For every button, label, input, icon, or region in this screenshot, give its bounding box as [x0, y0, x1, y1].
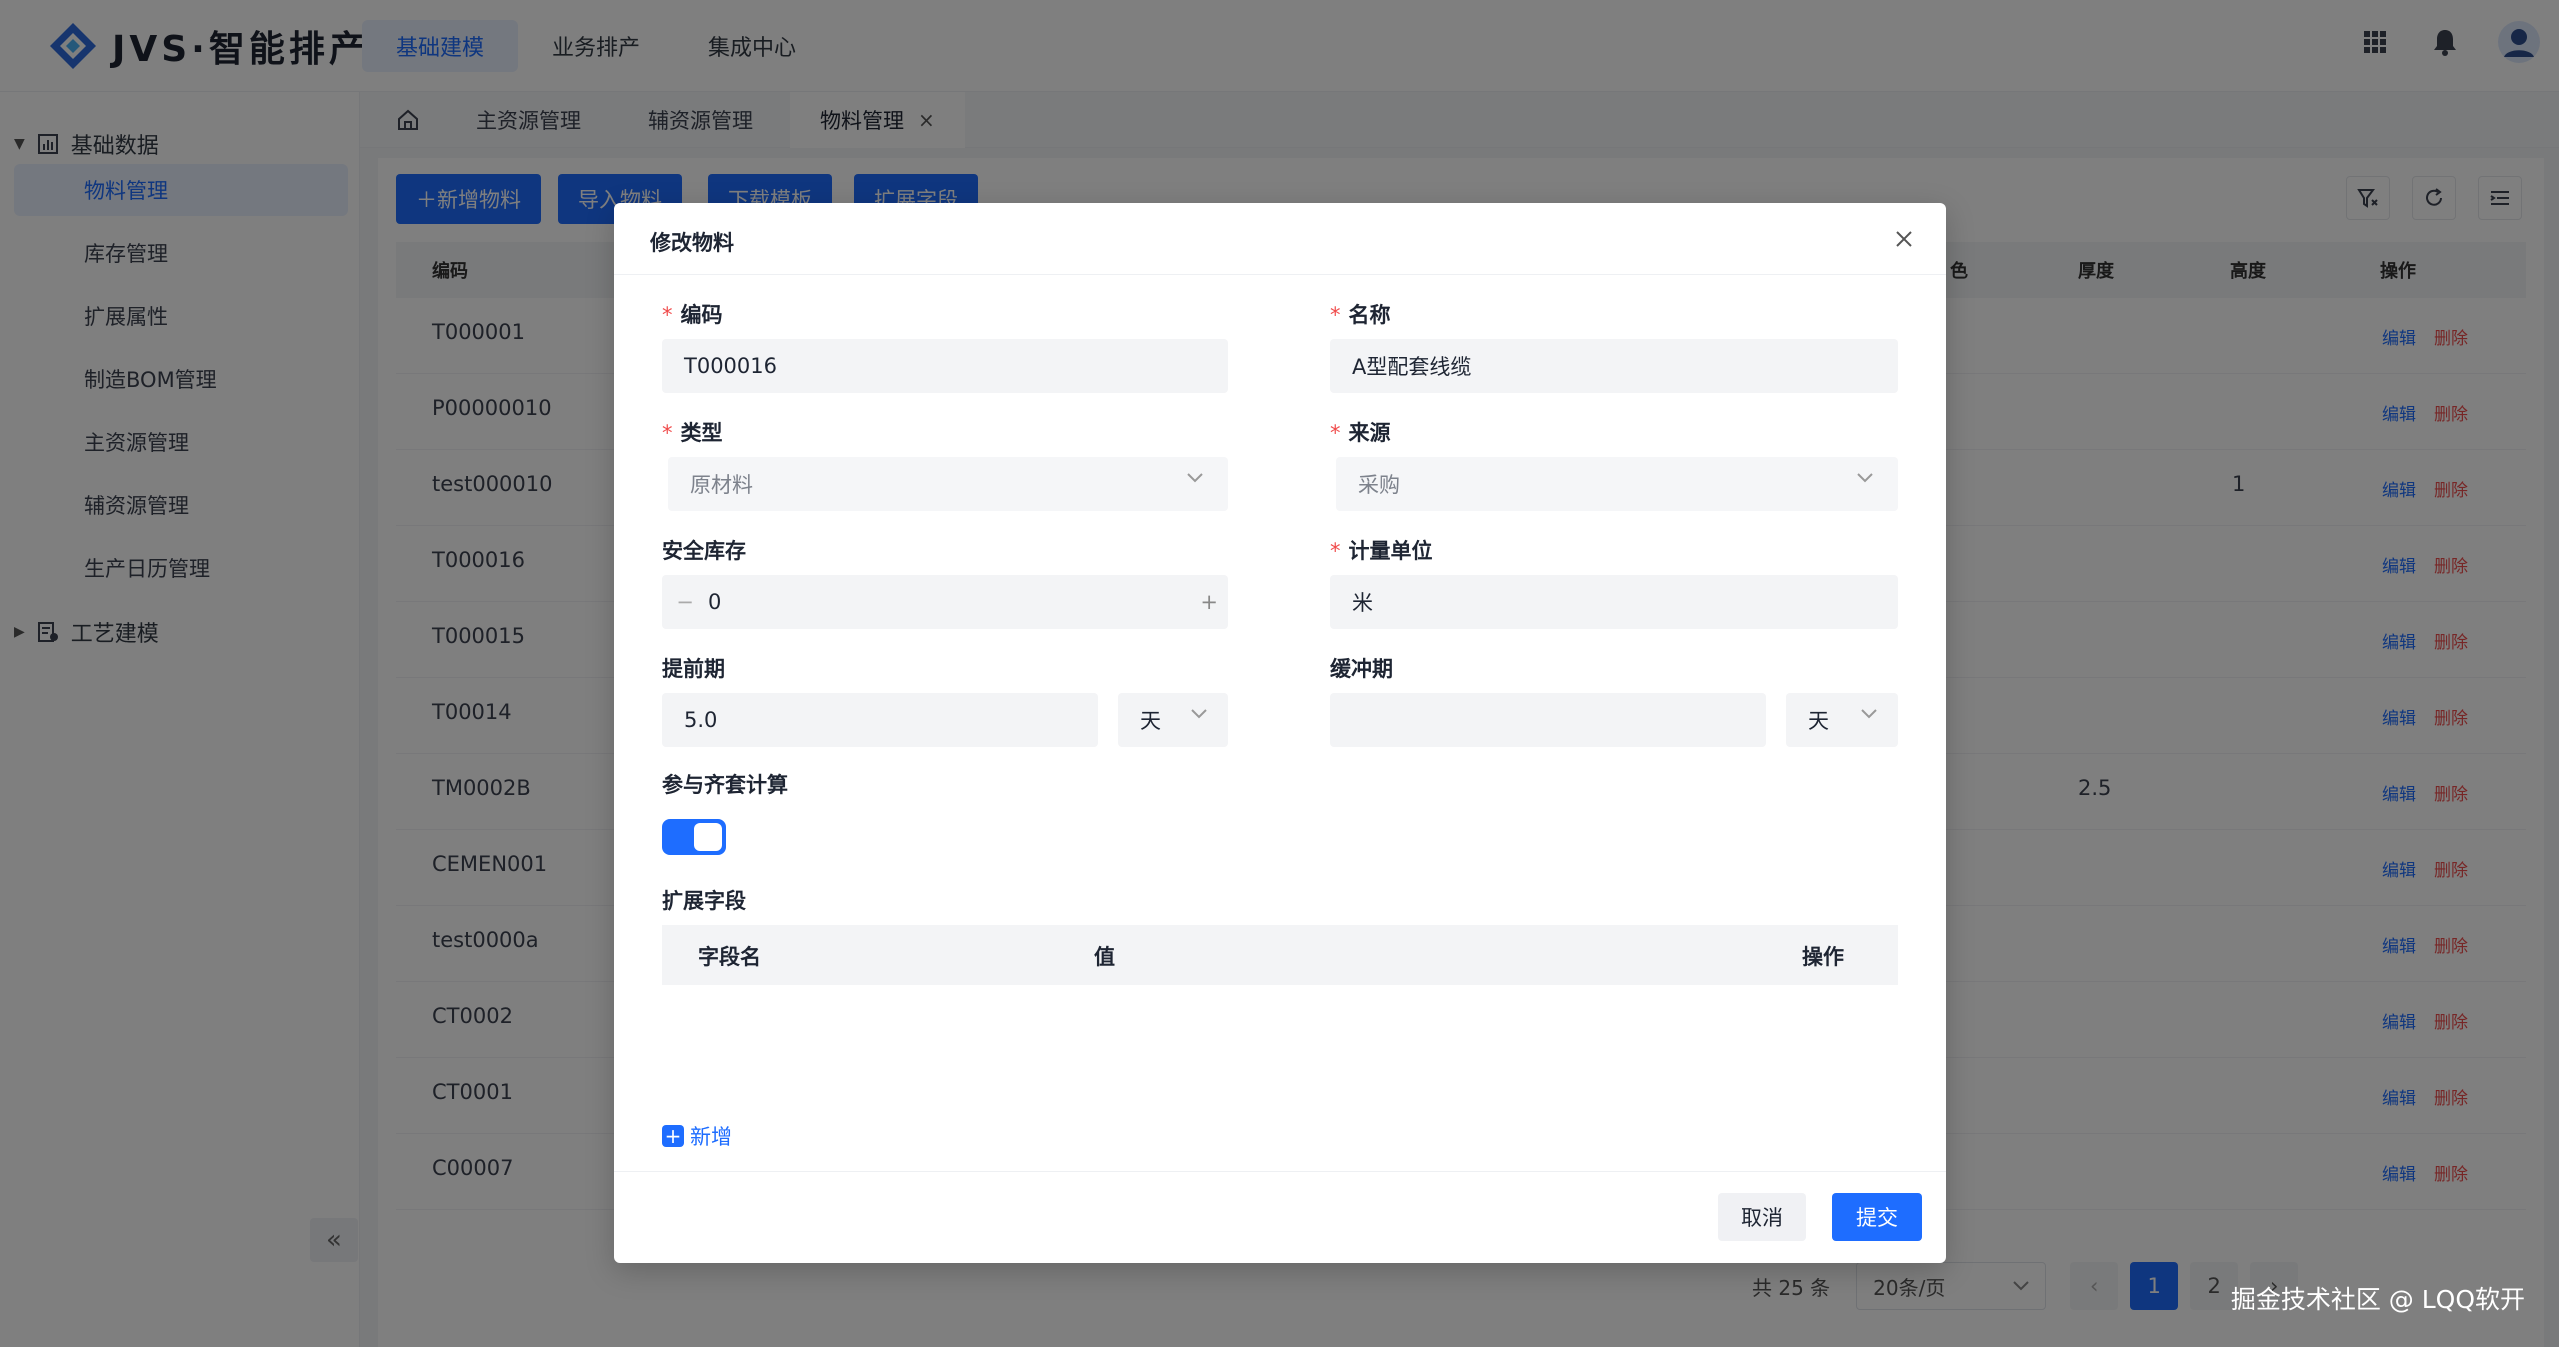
safety-stock-label: 安全库存 — [662, 539, 746, 563]
ext-col-value: 值 — [1094, 945, 1115, 969]
chevron-down-icon — [1861, 709, 1877, 719]
plus-icon[interactable]: + — [1200, 590, 1218, 614]
name-label: * 名称 — [1330, 303, 1391, 327]
code-label: * 编码 — [662, 303, 723, 327]
unit-input[interactable]: 米 — [1330, 575, 1898, 629]
add-ext-field-button[interactable]: + 新增 — [662, 1121, 732, 1151]
minus-icon[interactable]: − — [662, 590, 708, 614]
buffer-label: 缓冲期 — [1330, 657, 1393, 681]
plus-icon: + — [662, 1125, 684, 1147]
source-select[interactable]: 采购 — [1336, 457, 1898, 511]
source-label: * 来源 — [1330, 421, 1391, 445]
ext-fields-label: 扩展字段 — [662, 889, 746, 913]
edit-material-dialog: 修改物料 * 编码 T000016 * 名称 A型配套线缆 * 类型 原材料 * 来源 … — [614, 203, 1946, 1263]
safety-stock-stepper[interactable]: − 0 + — [662, 575, 1228, 629]
watermark: 掘金技术社区 @ LQQ软开 — [2230, 1285, 2525, 1314]
buffer-input[interactable] — [1330, 693, 1766, 747]
buffer-unit-select[interactable]: 天 — [1786, 693, 1898, 747]
type-select[interactable]: 原材料 — [668, 457, 1228, 511]
ext-col-action: 操作 — [1802, 945, 1844, 969]
lead-time-label: 提前期 — [662, 657, 725, 681]
chevron-down-icon — [1187, 473, 1203, 483]
ext-fields-table-header: 字段名 值 操作 — [662, 925, 1898, 985]
name-input[interactable]: A型配套线缆 — [1330, 339, 1898, 393]
type-label: * 类型 — [662, 421, 723, 445]
submit-button[interactable]: 提交 — [1832, 1193, 1922, 1241]
code-input[interactable]: T000016 — [662, 339, 1228, 393]
chevron-down-icon — [1857, 473, 1873, 483]
lead-time-input[interactable]: 5.0 — [662, 693, 1098, 747]
unit-label: * 计量单位 — [1330, 539, 1433, 563]
lead-time-unit-select[interactable]: 天 — [1118, 693, 1228, 747]
kit-calc-toggle[interactable] — [662, 819, 726, 855]
chevron-down-icon — [1191, 709, 1207, 719]
kit-calc-label: 参与齐套计算 — [662, 773, 788, 797]
ext-col-field-name: 字段名 — [698, 945, 761, 969]
toggle-knob — [694, 823, 722, 851]
dialog-header: 修改物料 — [614, 203, 1946, 275]
dialog-title: 修改物料 — [650, 231, 734, 255]
close-icon[interactable] — [1886, 221, 1922, 257]
cancel-button[interactable]: 取消 — [1718, 1193, 1806, 1241]
